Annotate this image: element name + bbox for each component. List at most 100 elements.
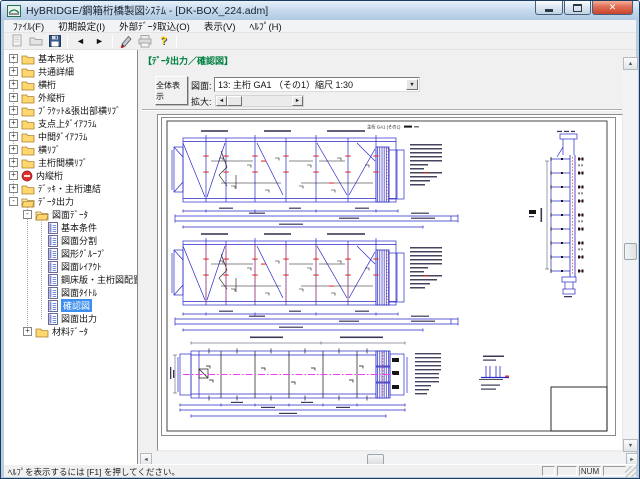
minimize-icon [545, 9, 553, 12]
zoom-decrease-arrow[interactable]: ◄ [216, 96, 227, 106]
chevron-down-icon[interactable]: ▼ [406, 79, 418, 90]
menu-initial-settings[interactable]: 初期設定(I) [51, 19, 112, 33]
tree-item-confirmation-drawing[interactable]: 確認図 [4, 299, 137, 312]
maximize-button[interactable] [564, 1, 591, 15]
collapse-box[interactable]: - [9, 197, 18, 206]
vertical-scrollbar-thumb[interactable] [624, 243, 637, 260]
help-icon[interactable]: ? [154, 34, 173, 49]
window-title: HyBRIDGE/鋼箱桁橋製図ｼｽﾃﾑ - [DK-BOX_224.adm] [26, 3, 268, 18]
toolbar-separator [176, 35, 177, 48]
expand-box[interactable]: + [9, 54, 18, 63]
minimize-button[interactable] [535, 1, 563, 15]
folder-open-icon [21, 196, 35, 208]
zoom-slider[interactable]: ◄ ► [215, 95, 304, 107]
expand-box[interactable]: + [9, 184, 18, 193]
tree-item-cross-girder[interactable]: +横桁 [4, 78, 137, 91]
tree-item-figure-group[interactable]: 図形ｸﾞﾙｰﾌﾟ [4, 247, 137, 260]
prev-page-icon[interactable]: ◄ [71, 34, 90, 49]
zoom-slider-thumb[interactable] [227, 96, 242, 106]
toolbar-separator [112, 35, 113, 48]
expand-box[interactable]: + [23, 327, 32, 336]
folder-icon [21, 92, 35, 104]
resize-grip[interactable] [625, 466, 636, 477]
folder-icon [35, 326, 49, 338]
document-icon [48, 274, 58, 286]
folder-icon [21, 118, 35, 130]
expand-box[interactable]: + [9, 119, 18, 128]
tree-item-material-data[interactable]: +材料ﾃﾞｰﾀ [4, 325, 137, 338]
tree-item-common-details[interactable]: +共通詳細 [4, 65, 137, 78]
maximize-icon [573, 4, 582, 12]
tree-item-drawing-division[interactable]: 図面分割 [4, 234, 137, 247]
expand-box[interactable]: + [9, 171, 18, 180]
document-icon [48, 287, 58, 299]
document-icon [48, 222, 58, 234]
navigation-tree: +基本形状 +共通詳細 +横桁 +外縦桁 +ﾌﾞﾗｹｯﾄ&張出部横ﾘﾌﾞ +支点… [4, 50, 138, 464]
drawing-preview: 主桁 GA1 (その1) [157, 114, 623, 451]
expand-box[interactable]: + [9, 145, 18, 154]
menu-view[interactable]: 表示(V) [197, 19, 243, 33]
drawing-select[interactable]: 13: 主桁 GA1 （その1）縮尺 1:30 ▼ [214, 77, 420, 92]
menu-help[interactable]: ﾍﾙﾌﾟ(H) [243, 19, 289, 33]
tree-item-drawing-title[interactable]: 図面ﾀｲﾄﾙ [4, 286, 137, 299]
close-button[interactable]: ✕ [592, 1, 633, 15]
save-icon[interactable] [45, 34, 64, 49]
tree-item-outer-stringer[interactable]: +外縦桁 [4, 91, 137, 104]
expand-box[interactable]: + [9, 93, 18, 102]
menu-file[interactable]: ﾌｧｲﾙ(F) [6, 19, 51, 33]
document-icon [48, 313, 58, 325]
folder-icon [21, 79, 35, 91]
prohibition-icon [21, 170, 33, 182]
tree-item-support-diaphragm[interactable]: +支点上ﾀﾞｲｱﾌﾗﾑ [4, 117, 137, 130]
tree-item-drawing-layout[interactable]: 図面ﾚｲｱｳﾄ [4, 260, 137, 273]
drawing-title-text: 主桁 GA1 (その1) [367, 124, 401, 131]
expand-box[interactable]: + [9, 158, 18, 167]
client-area: +基本形状 +共通詳細 +横桁 +外縦桁 +ﾌﾞﾗｹｯﾄ&張出部横ﾘﾌﾞ +支点… [4, 50, 636, 464]
scroll-down-arrow[interactable]: ▼ [623, 439, 638, 452]
folder-icon [21, 131, 35, 143]
app-window: HyBRIDGE/鋼箱桁橋製図ｼｽﾃﾑ - [DK-BOX_224.adm] ✕… [0, 0, 640, 479]
separator [142, 109, 622, 111]
tree-item-drawing-output[interactable]: 図面出力 [4, 312, 137, 325]
vertical-scrollbar[interactable]: ▲ ▼ [623, 57, 638, 452]
status-pane [542, 466, 555, 476]
zoom-label: 拡大: [191, 95, 212, 108]
drawing-paper: 主桁 GA1 (その1) [161, 117, 616, 437]
tree-item-girder-lateral-rib[interactable]: +主桁間横ﾘﾌﾞ [4, 156, 137, 169]
menu-external-data-import[interactable]: 外部ﾃﾞｰﾀ取込(O) [112, 19, 197, 33]
expand-box[interactable]: + [9, 80, 18, 89]
tree-item-deck-connection[interactable]: +ﾃﾞｯｷ・主桁連結 [4, 182, 137, 195]
tree-item-basic-conditions[interactable]: 基本条件 [4, 221, 137, 234]
pen-edit-icon[interactable] [116, 34, 135, 49]
status-help-text: ﾍﾙﾌﾟを表示するには [F1] を押してください。 [8, 466, 180, 478]
open-folder-icon [26, 34, 45, 49]
tree-item-deck-girder-placement[interactable]: 鋼床版・主桁図配置 [4, 273, 137, 286]
tree-item-inner-stringer[interactable]: +内縦桁 [4, 169, 137, 182]
tree-item-bracket-rib[interactable]: +ﾌﾞﾗｹｯﾄ&張出部横ﾘﾌﾞ [4, 104, 137, 117]
folder-open-icon [35, 209, 49, 221]
expand-box[interactable]: + [9, 67, 18, 76]
tree-item-lateral-rib[interactable]: +横ﾘﾌﾞ [4, 143, 137, 156]
status-num-indicator: NUM [579, 466, 601, 476]
toolbar-separator [67, 35, 68, 48]
tree-item-drawing-data[interactable]: -図面ﾃﾞｰﾀ [4, 208, 137, 221]
tree-item-intermediate-diaphragm[interactable]: +中間ﾀﾞｲｱﾌﾗﾑ [4, 130, 137, 143]
title-bar: HyBRIDGE/鋼箱桁橋製図ｼｽﾃﾑ - [DK-BOX_224.adm] ✕ [1, 1, 639, 20]
folder-icon [21, 53, 35, 65]
panel-title: 【ﾃﾞｰﾀ出力／確認図】 [143, 54, 233, 67]
status-pane [557, 466, 577, 476]
zoom-increase-arrow[interactable]: ► [292, 96, 303, 106]
tree-item-data-output[interactable]: -ﾃﾞｰﾀ出力 [4, 195, 137, 208]
document-icon [48, 248, 58, 260]
status-bar: ﾍﾙﾌﾟを表示するには [F1] を押してください。 NUM [4, 464, 636, 476]
folder-icon [21, 66, 35, 78]
new-document-icon [7, 34, 26, 49]
full-view-button[interactable]: 全体表示 [155, 76, 188, 105]
tree-item-basic-shape[interactable]: +基本形状 [4, 52, 137, 65]
expand-box[interactable]: + [9, 106, 18, 115]
scroll-up-arrow[interactable]: ▲ [623, 57, 638, 70]
collapse-box[interactable]: - [23, 210, 32, 219]
preview-panel: 【ﾃﾞｰﾀ出力／確認図】 全体表示 図面: 13: 主桁 GA1 （その1）縮尺… [139, 50, 638, 464]
expand-box[interactable]: + [9, 132, 18, 141]
next-page-icon[interactable]: ► [90, 34, 109, 49]
